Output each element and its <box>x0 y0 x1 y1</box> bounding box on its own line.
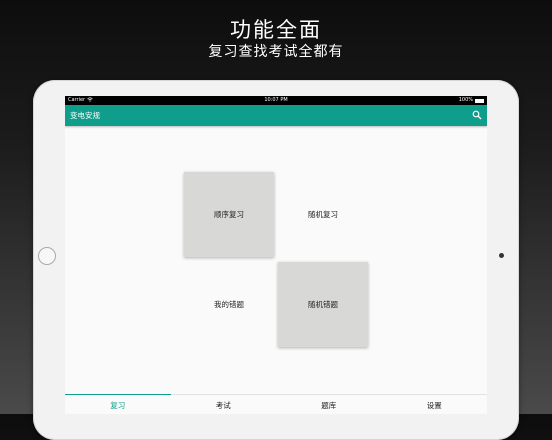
tab-question-bank[interactable]: 题库 <box>276 395 382 414</box>
battery-status: 100% <box>459 96 484 105</box>
tab-review-label: 复习 <box>110 401 126 410</box>
search-icon[interactable] <box>472 110 482 120</box>
my-mistakes-button[interactable]: 我的错题 <box>184 262 274 347</box>
random-mistakes-label: 随机错题 <box>308 300 338 309</box>
clock: 10:07 PM <box>264 97 288 103</box>
tab-bar: 复习 考试 题库 设置 <box>65 394 487 414</box>
tab-settings[interactable]: 设置 <box>382 395 488 414</box>
promo-subline: 复习查找考试全都有 <box>208 44 344 60</box>
tab-question-bank-label: 题库 <box>321 401 337 410</box>
sequential-review-label: 顺序复习 <box>214 210 244 219</box>
my-mistakes-label: 我的错题 <box>214 300 244 309</box>
app-bar: 变电安规 <box>65 105 487 126</box>
tab-review[interactable]: 复习 <box>65 394 171 414</box>
status-bar: Carrier 10:07 PM 100% <box>65 96 487 105</box>
home-button[interactable] <box>38 247 56 265</box>
app-title: 变电安规 <box>70 111 100 120</box>
app-screen: Carrier 10:07 PM 100% 变电安规 顺序复习 随机复习 我的错… <box>65 96 487 414</box>
tab-settings-label: 设置 <box>426 401 442 410</box>
promo-headline: 功能全面 <box>230 18 322 42</box>
tab-exam-label: 考试 <box>215 401 231 410</box>
random-review-button[interactable]: 随机复习 <box>278 172 368 257</box>
tab-exam[interactable]: 考试 <box>171 395 277 414</box>
battery-icon <box>475 98 484 103</box>
random-review-label: 随机复习 <box>308 210 338 219</box>
sequential-review-button[interactable]: 顺序复习 <box>184 172 274 257</box>
battery-percent: 100% <box>458 97 473 103</box>
random-mistakes-button[interactable]: 随机错题 <box>278 262 368 347</box>
camera-dot <box>499 253 504 258</box>
